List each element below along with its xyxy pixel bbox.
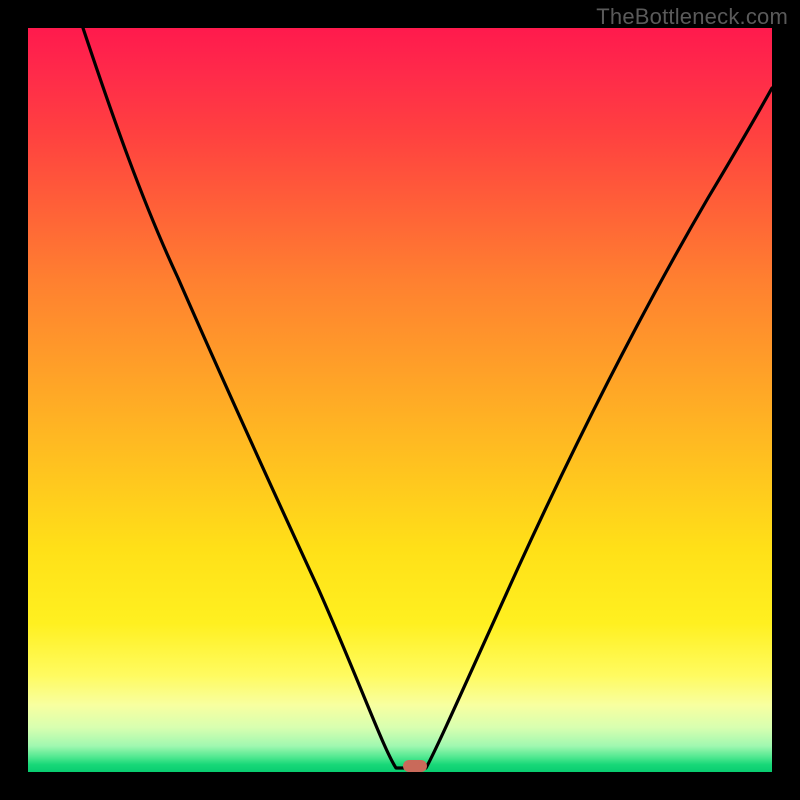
plot-area [28, 28, 772, 772]
bottleneck-curve [83, 28, 772, 768]
chart-container: TheBottleneck.com [0, 0, 800, 800]
minimum-marker [403, 760, 427, 772]
chart-svg [28, 28, 772, 772]
watermark-text: TheBottleneck.com [596, 4, 788, 30]
